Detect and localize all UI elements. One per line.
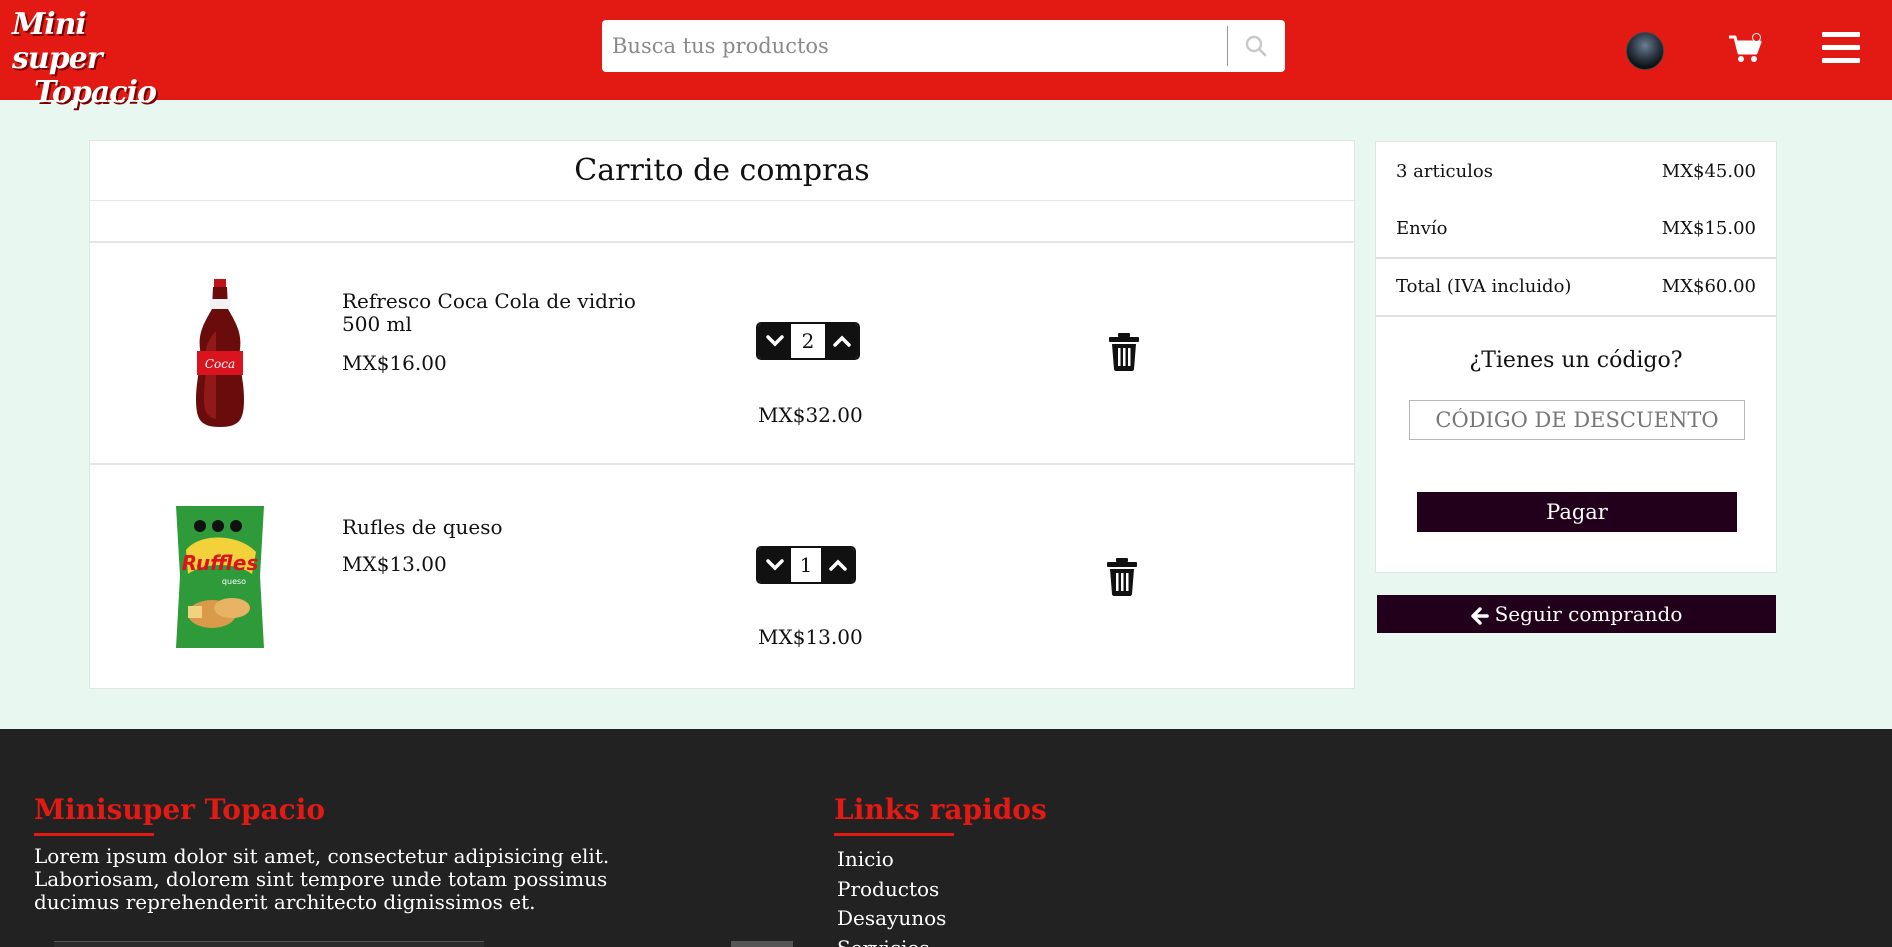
user-avatar[interactable]	[1626, 32, 1664, 70]
increase-quantity-button[interactable]	[821, 548, 854, 582]
quantity-stepper: 1	[756, 546, 856, 584]
svg-text:Ruffles: Ruffles	[182, 551, 259, 575]
site-logo[interactable]: Mini super Topacio	[12, 7, 162, 110]
logo-line-2: Topacio	[34, 75, 157, 110]
continue-shopping-button[interactable]: Seguir comprando	[1377, 595, 1776, 633]
footer-link-desayunos[interactable]: Desayunos	[837, 904, 946, 934]
cart-title: Carrito de compras	[90, 141, 1354, 201]
chevron-up-icon	[832, 335, 851, 347]
svg-text:queso: queso	[222, 577, 246, 586]
footer-link-inicio[interactable]: Inicio	[837, 845, 946, 875]
quantity-value[interactable]: 1	[791, 548, 821, 582]
newsletter-input[interactable]	[54, 941, 484, 947]
summary-shipping-row: Envío MX$15.00	[1376, 201, 1776, 259]
summary-total-row: Total (IVA incluido) MX$60.00	[1376, 259, 1776, 317]
increase-quantity-button[interactable]	[825, 324, 858, 358]
cart-item: Ruffles queso Rufles de queso MX$13.00 1…	[90, 466, 1354, 688]
search-icon	[1245, 35, 1267, 57]
svg-text:Coca: Coca	[205, 357, 235, 371]
total-amount: MX$60.00	[1661, 276, 1756, 297]
shipping-label: Envío	[1396, 218, 1448, 239]
shipping-amount: MX$15.00	[1661, 218, 1756, 239]
top-navbar: Mini super Topacio	[0, 0, 1892, 110]
site-footer: Minisuper Topacio Lorem ipsum dolor sit …	[0, 729, 1892, 947]
footer-links-title: Links rapidos	[834, 793, 1047, 826]
hamburger-menu-icon[interactable]	[1822, 32, 1860, 64]
newsletter-button[interactable]	[731, 941, 793, 947]
footer-link-servicios[interactable]: Servicios	[837, 934, 946, 947]
decrease-quantity-button[interactable]	[758, 548, 791, 582]
product-price: MX$16.00	[342, 351, 447, 375]
cart-item: Coca Refresco Coca Cola de vidrio 500 ml…	[90, 243, 1354, 465]
search-divider	[1227, 26, 1228, 66]
logo-line-1: Mini super	[12, 7, 103, 76]
search-button[interactable]	[1232, 26, 1280, 66]
discount-code-input[interactable]	[1409, 400, 1745, 440]
search-input[interactable]	[602, 20, 1228, 72]
product-name[interactable]: Rufles de queso	[342, 516, 642, 539]
cart-badge	[1752, 33, 1761, 42]
shopping-cart-panel: Carrito de compras Coca Refresco Coca Co…	[89, 140, 1355, 689]
chevron-down-icon	[765, 559, 784, 571]
quantity-stepper: 2	[756, 322, 860, 360]
item-subtotal: MX$13.00	[758, 625, 863, 649]
chevron-down-icon	[765, 335, 784, 347]
chevron-up-icon	[828, 559, 847, 571]
footer-brand-underline	[34, 833, 154, 836]
product-price: MX$13.00	[342, 552, 447, 576]
order-summary: 3 articulos MX$45.00 Envío MX$15.00 Tota…	[1375, 141, 1777, 573]
footer-brand-title: Minisuper Topacio	[34, 793, 326, 826]
items-count-label: 3 articulos	[1396, 161, 1494, 182]
footer-links-list: Inicio Productos Desayunos Servicios	[837, 845, 946, 947]
cart-subheader	[90, 201, 1354, 243]
decrease-quantity-button[interactable]	[758, 324, 791, 358]
footer-description: Lorem ipsum dolor sit amet, consectetur …	[34, 844, 610, 914]
footer-links-underline	[834, 833, 954, 836]
item-subtotal: MX$32.00	[758, 403, 863, 427]
search-bar	[602, 20, 1285, 72]
continue-shopping-label: Seguir comprando	[1494, 602, 1683, 626]
total-label: Total (IVA incluido)	[1396, 276, 1572, 297]
discount-code-question: ¿Tienes un código?	[1469, 348, 1683, 373]
quantity-value[interactable]: 2	[791, 324, 825, 358]
trash-icon[interactable]	[1108, 333, 1140, 371]
product-name[interactable]: Refresco Coca Cola de vidrio 500 ml	[342, 290, 642, 336]
trash-icon[interactable]	[1106, 558, 1138, 596]
pay-button[interactable]: Pagar	[1417, 492, 1737, 532]
coca-cola-bottle-image: Coca	[196, 279, 244, 427]
ruffles-bag-image: Ruffles queso	[176, 506, 264, 648]
arrow-left-icon	[1470, 606, 1489, 625]
summary-items-row: 3 articulos MX$45.00	[1376, 144, 1776, 200]
items-amount: MX$45.00	[1661, 161, 1756, 182]
footer-link-productos[interactable]: Productos	[837, 875, 946, 905]
